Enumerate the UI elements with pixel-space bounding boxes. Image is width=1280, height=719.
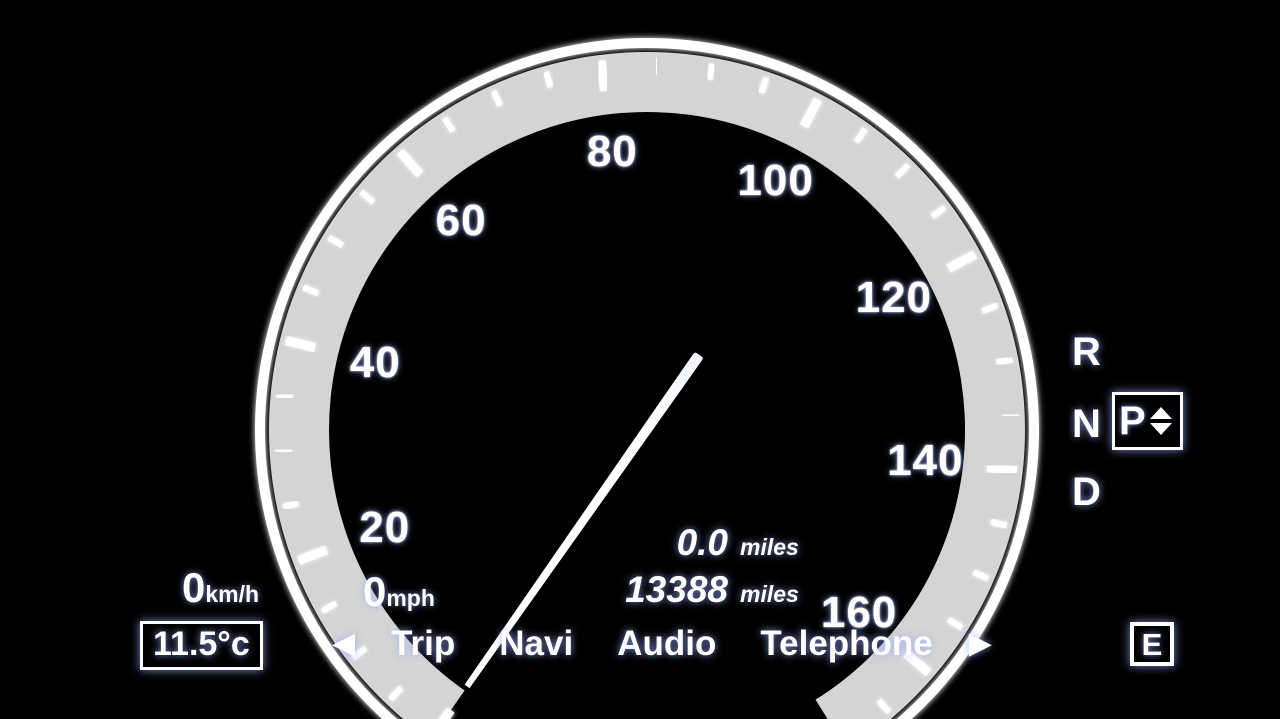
gauge-label-60: 60 — [435, 195, 487, 245]
gauge-label-80: 80 — [586, 127, 638, 177]
gear-current-box: P — [1112, 392, 1183, 450]
gauge-label-140: 140 — [887, 435, 964, 485]
menu-item-trip[interactable]: Trip — [369, 624, 477, 664]
gauge-label-100: 100 — [737, 156, 814, 206]
menu-item-telephone[interactable]: Telephone — [738, 624, 954, 664]
outside-temperature-box: 11.5°c — [140, 621, 263, 670]
trip-unit: miles — [740, 534, 799, 560]
gear-position-d: D — [1072, 470, 1101, 514]
speed-unit-mph: mph — [386, 585, 435, 611]
menu-right-arrow-icon[interactable]: ▶ — [955, 629, 1006, 659]
gear-position-r: R — [1072, 330, 1101, 374]
trip-odometer-readouts: 0.0 miles 13388 miles — [560, 522, 980, 616]
gear-up-arrow-icon — [1149, 407, 1172, 419]
odometer-value: 13388 — [625, 569, 728, 610]
speed-value-mph: 0 — [363, 568, 387, 615]
outside-temperature-value: 11.5°c — [153, 625, 250, 663]
fuel-empty-indicator: E — [1130, 622, 1174, 666]
bottom-menu-bar[interactable]: ◀ Trip Navi Audio Telephone ▶ — [318, 624, 1006, 664]
gear-down-arrow-icon — [1149, 423, 1172, 435]
odometer-unit: miles — [740, 581, 799, 607]
fuel-empty-label: E — [1141, 626, 1163, 662]
speed-readout-kmh: 0km/h — [182, 564, 259, 612]
menu-item-audio[interactable]: Audio — [595, 624, 738, 664]
menu-left-arrow-icon[interactable]: ◀ — [318, 629, 369, 659]
speed-value-kmh: 0 — [182, 564, 206, 611]
gauge-label-20: 20 — [359, 503, 411, 553]
speed-readout-mph: 0mph — [363, 568, 435, 616]
gauge-label-40: 40 — [349, 337, 401, 387]
menu-item-navi[interactable]: Navi — [477, 624, 595, 664]
gauge-label-120: 120 — [855, 272, 933, 322]
trip-row: 0.0 miles — [560, 522, 980, 564]
trip-value: 0.0 — [676, 522, 728, 563]
instrument-cluster-screen: 20 40 60 80 100 120 140 160 0km/h 0mph 0.0 mile… — [0, 0, 1280, 719]
odometer-row: 13388 miles — [560, 569, 980, 611]
speed-unit-kmh: km/h — [205, 581, 260, 607]
gear-updown-arrows-icon — [1149, 407, 1174, 435]
gauge-tick-marks — [275, 58, 1019, 719]
gear-position-n: N — [1072, 402, 1101, 446]
gear-selector: R N D P — [1064, 330, 1264, 520]
gear-current-letter: P — [1119, 399, 1146, 443]
